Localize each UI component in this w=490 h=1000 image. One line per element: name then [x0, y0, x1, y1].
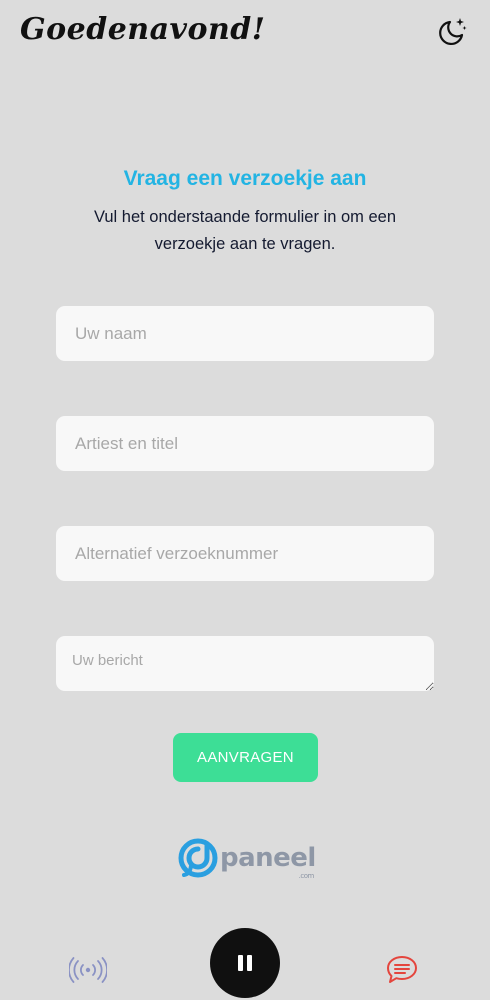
- djpaneel-logo-mark: [178, 838, 218, 878]
- alternative-request-input[interactable]: [56, 526, 434, 581]
- submit-button[interactable]: AANVRAGEN: [173, 733, 318, 782]
- name-input[interactable]: [56, 306, 434, 361]
- chat-bubble-icon: [387, 956, 417, 983]
- broadcast-icon: [69, 957, 107, 983]
- moon-stars-icon: [439, 18, 467, 45]
- djpaneel-logo: paneel .com: [178, 838, 316, 880]
- radio-nav-button[interactable]: [68, 950, 108, 990]
- greeting-title: Goedenavond!: [20, 12, 266, 47]
- form-description: Vul het onderstaande formulier in om een…: [93, 208, 397, 253]
- theme-toggle-button[interactable]: [434, 14, 470, 50]
- form-title: Vraag een verzoekje aan: [123, 167, 367, 190]
- artist-title-input[interactable]: [56, 416, 434, 471]
- chat-nav-button[interactable]: [382, 949, 422, 989]
- logo-wordmark: paneel .com: [220, 843, 316, 880]
- message-textarea[interactable]: [56, 636, 434, 691]
- play-pause-button[interactable]: [210, 928, 280, 998]
- pause-icon: [238, 955, 252, 971]
